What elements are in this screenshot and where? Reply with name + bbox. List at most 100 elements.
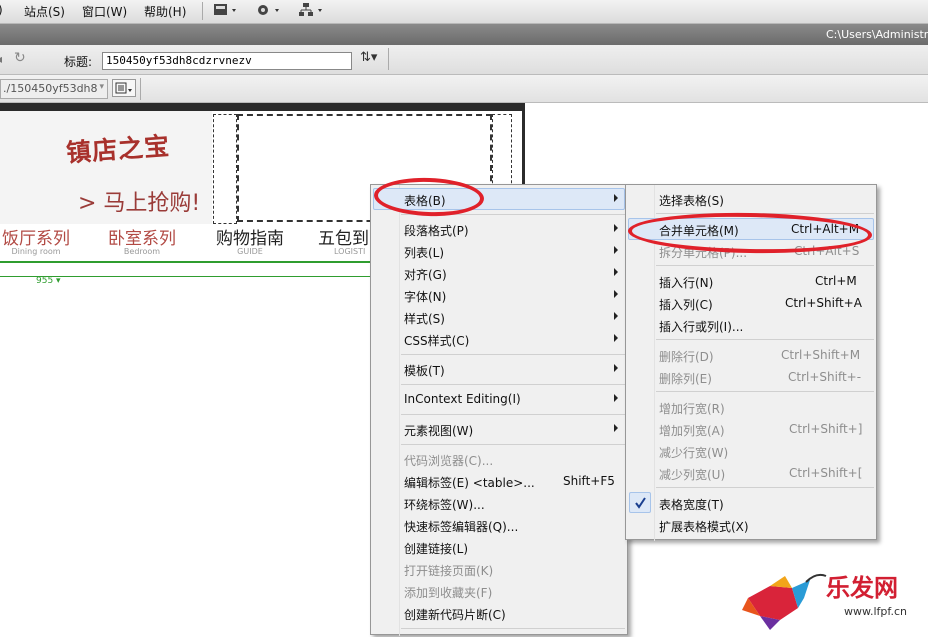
document-path-bar: C:\Users\Administra: [0, 24, 928, 45]
menu-item-list[interactable]: 列表(L): [371, 240, 627, 262]
nav-item-logistics[interactable]: 五包到 LOGISTI: [318, 224, 378, 256]
submenu-arrow-icon: [614, 364, 618, 372]
table-width-value: 955: [36, 276, 54, 286]
menu-partial-item[interactable]: ): [0, 3, 3, 17]
menu-separator: [401, 628, 625, 629]
menu-window[interactable]: 窗口(W): [82, 3, 127, 20]
menu-item-label: 增加行宽(R): [659, 402, 725, 416]
table-cell[interactable]: [213, 114, 237, 224]
promo-heading: 镇店之宝: [65, 131, 172, 168]
menu-item-font[interactable]: 字体(N): [371, 284, 627, 306]
menu-item-label: 快速标签编辑器(Q)...: [404, 520, 519, 534]
menu-separator: [656, 391, 874, 392]
menu-item-wrap-tag[interactable]: 环绕标签(W)...: [371, 492, 627, 514]
submenu-arrow-icon: [614, 268, 618, 276]
toolbar-divider: [140, 78, 141, 100]
menu-item-label: 环绕标签(W)...: [404, 498, 485, 512]
menu-item-insert-rows-columns[interactable]: 插入行或列(I)...: [626, 314, 876, 336]
menu-item-label: 打开链接页面(K): [404, 564, 494, 578]
nav-item-bedroom[interactable]: 卧室系列 Bedroom: [104, 224, 180, 256]
menu-site[interactable]: 站点(S): [24, 3, 65, 20]
menu-item-label: 表格宽度(T): [659, 498, 724, 512]
menu-item-label: 对齐(G): [404, 268, 447, 282]
site-nav: 饭厅系列 Dining room 卧室系列 Bedroom 购物指南 GUIDE…: [0, 224, 380, 260]
submenu-arrow-icon: [614, 224, 618, 232]
menu-item-incontext-editing[interactable]: InContext Editing(I): [371, 388, 627, 410]
menu-item-label: 列表(L): [404, 246, 445, 260]
menu-separator: [656, 265, 874, 266]
menu-item-shortcut: Ctrl+Shift+]: [789, 422, 863, 436]
menu-item-insert-column[interactable]: 插入列(C) Ctrl+Shift+A: [626, 292, 876, 314]
refresh-icon[interactable]: ↻: [14, 50, 26, 66]
nav-item-dining[interactable]: 饭厅系列 Dining room: [0, 224, 74, 256]
nav-item-label: 五包到: [318, 229, 369, 249]
menu-separator: [401, 414, 625, 415]
menu-item-label: CSS样式(C): [404, 334, 470, 348]
watermark-brand: 乐发网: [826, 573, 898, 602]
address-value: ./150450yf53dh8: [3, 82, 98, 95]
menu-help[interactable]: 帮助(H): [144, 3, 186, 20]
menu-separator: [401, 384, 625, 385]
page-list-button[interactable]: [112, 79, 136, 97]
menu-item-label: 模板(T): [404, 364, 445, 378]
submenu-arrow-icon: [614, 194, 618, 202]
menu-separator: [656, 487, 874, 488]
menu-item-style[interactable]: 样式(S): [371, 306, 627, 328]
site-manager-button[interactable]: [298, 2, 328, 20]
layout-button[interactable]: [213, 2, 241, 20]
menu-item-select-table[interactable]: 选择表格(S): [626, 188, 876, 210]
menu-item-shortcut: Shift+F5: [563, 474, 615, 488]
menu-item-delete-row: 删除行(D) Ctrl+Shift+M: [626, 344, 876, 366]
menu-item-table-width[interactable]: 表格宽度(T): [626, 492, 876, 514]
menu-item-edit-tag[interactable]: 编辑标签(E) <table>... Shift+F5: [371, 470, 627, 492]
menu-item-make-link[interactable]: 创建链接(L): [371, 536, 627, 558]
validate-icon[interactable]: ⇅▾: [360, 50, 377, 65]
menu-item-label: 增加列宽(A): [659, 424, 725, 438]
chevron-down-icon[interactable]: ▾: [99, 82, 104, 92]
menu-item-css-style[interactable]: CSS样式(C): [371, 328, 627, 350]
menu-item-open-linked-page: 打开链接页面(K): [371, 558, 627, 580]
menu-item-label: 减少列宽(U): [659, 468, 726, 482]
menu-item-label: InContext Editing(I): [404, 392, 521, 406]
menu-item-label: 插入行或列(I)...: [659, 320, 744, 334]
menu-item-template[interactable]: 模板(T): [371, 358, 627, 380]
menu-item-label: 减少行宽(W): [659, 446, 729, 460]
menu-item-label: 字体(N): [404, 290, 447, 304]
menu-item-align[interactable]: 对齐(G): [371, 262, 627, 284]
menu-item-label: 创建链接(L): [404, 542, 469, 556]
menu-item-shortcut: Ctrl+M: [815, 274, 857, 288]
submenu-arrow-icon: [614, 334, 618, 342]
menu-item-label: 扩展表格模式(X): [659, 520, 749, 534]
menu-separator: [401, 354, 625, 355]
menu-item-expanded-table-mode[interactable]: 扩展表格模式(X): [626, 514, 876, 536]
nav-item-label: 卧室系列: [108, 229, 176, 249]
toolbar-divider: [202, 2, 203, 20]
menu-item-increase-row-span: 增加行宽(R): [626, 396, 876, 418]
title-input[interactable]: 150450yf53dh8cdzrvnezv: [102, 52, 352, 70]
menu-item-paragraph[interactable]: 段落格式(P): [371, 218, 627, 240]
toolbar-divider: [388, 48, 389, 70]
menu-item-label: 插入列(C): [659, 298, 713, 312]
menu-item-insert-row[interactable]: 插入行(N) Ctrl+M: [626, 270, 876, 292]
buy-now-text: > 马上抢购!: [78, 191, 201, 216]
menu-item-label: 选择表格(S): [659, 194, 724, 208]
nav-item-guide[interactable]: 购物指南 GUIDE: [212, 224, 288, 256]
submenu-arrow-icon: [614, 424, 618, 432]
title-label: 标题:: [64, 55, 93, 69]
menu-item-quick-tag-editor[interactable]: 快速标签编辑器(Q)...: [371, 514, 627, 536]
layout-icon: [214, 4, 236, 15]
menu-item-code-navigator: 代码浏览器(C)...: [371, 448, 627, 470]
menu-item-label: 段落格式(P): [404, 224, 469, 238]
address-input[interactable]: ./150450yf53dh8 ▾: [0, 79, 108, 99]
back-arrow-icon[interactable]: ◂: [0, 52, 2, 66]
menu-item-shortcut: Ctrl+Shift+-: [788, 370, 862, 384]
settings-button[interactable]: [255, 2, 285, 20]
submenu-arrow-icon: [614, 246, 618, 254]
submenu-arrow-icon: [614, 312, 618, 320]
menu-item-label: 删除行(D): [659, 350, 714, 364]
address-bar: [0, 75, 928, 103]
table-width-label[interactable]: 955 ▾: [36, 276, 61, 286]
nav-item-label: 饭厅系列: [2, 229, 70, 249]
menu-item-element-view[interactable]: 元素视图(W): [371, 418, 627, 440]
menu-item-new-snippet[interactable]: 创建新代码片断(C): [371, 602, 627, 624]
